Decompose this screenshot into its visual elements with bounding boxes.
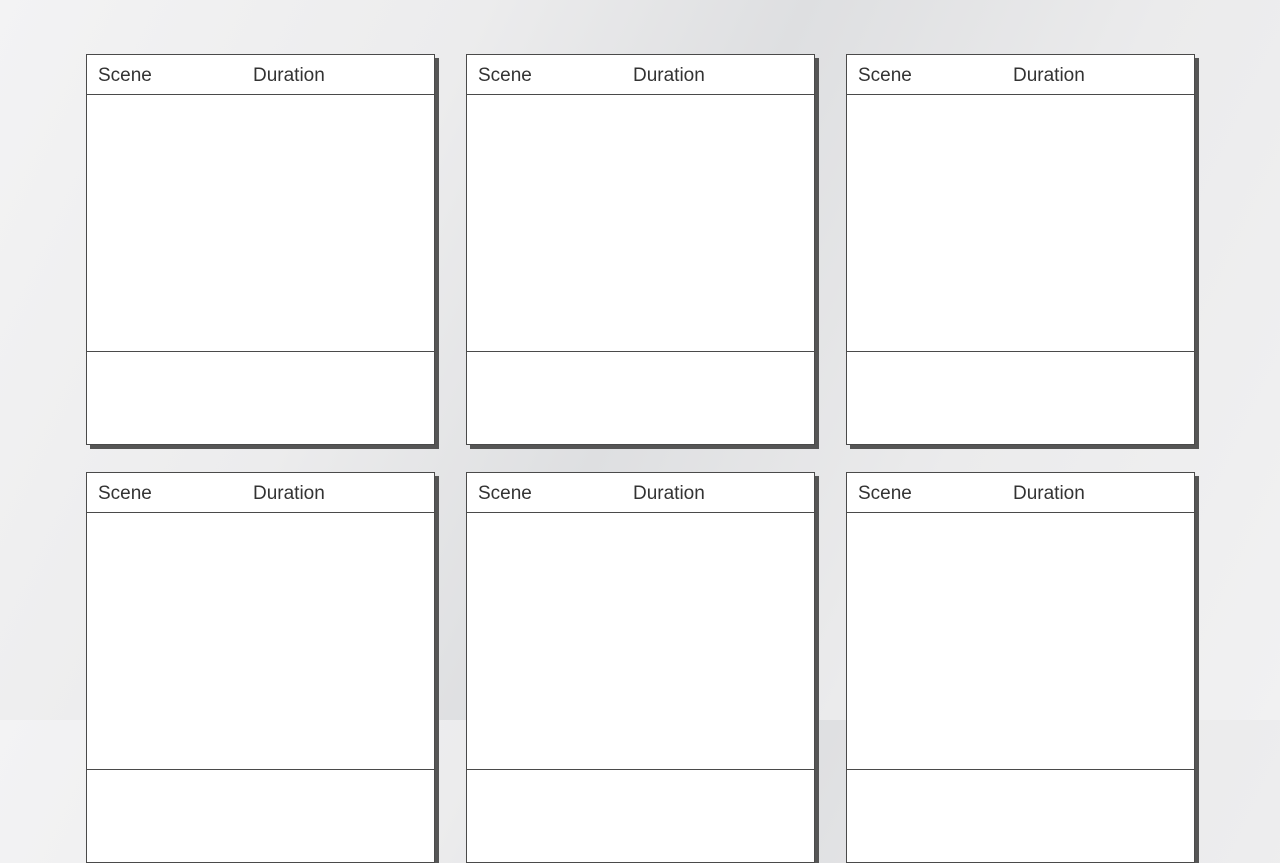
sketch-area <box>467 95 814 352</box>
duration-label: Duration <box>253 65 325 86</box>
sketch-area <box>847 95 1194 352</box>
sketch-area <box>467 513 814 770</box>
scene-label: Scene <box>858 483 912 504</box>
storyboard-panel-4: Scene Duration <box>86 472 435 863</box>
scene-label: Scene <box>858 65 912 86</box>
duration-label: Duration <box>1013 483 1085 504</box>
sketch-area <box>87 95 434 352</box>
storyboard-panel-1: Scene Duration <box>86 54 435 445</box>
duration-label: Duration <box>1013 65 1085 86</box>
scene-label: Scene <box>478 483 532 504</box>
notes-area <box>467 770 814 862</box>
scene-label: Scene <box>478 65 532 86</box>
notes-area <box>847 352 1194 444</box>
notes-area <box>847 770 1194 862</box>
storyboard-grid: Scene Duration Scene Duration Scene Dura… <box>0 0 1280 863</box>
duration-label: Duration <box>253 483 325 504</box>
duration-label: Duration <box>633 483 705 504</box>
storyboard-panel-2: Scene Duration <box>466 54 815 445</box>
panel-header: Scene Duration <box>467 473 814 513</box>
storyboard-panel-5: Scene Duration <box>466 472 815 863</box>
panel-header: Scene Duration <box>847 473 1194 513</box>
notes-area <box>87 770 434 862</box>
notes-area <box>467 352 814 444</box>
duration-label: Duration <box>633 65 705 86</box>
panel-header: Scene Duration <box>87 55 434 95</box>
panel-header: Scene Duration <box>847 55 1194 95</box>
scene-label: Scene <box>98 483 152 504</box>
scene-label: Scene <box>98 65 152 86</box>
notes-area <box>87 352 434 444</box>
sketch-area <box>847 513 1194 770</box>
storyboard-panel-3: Scene Duration <box>846 54 1195 445</box>
sketch-area <box>87 513 434 770</box>
panel-header: Scene Duration <box>467 55 814 95</box>
panel-header: Scene Duration <box>87 473 434 513</box>
storyboard-panel-6: Scene Duration <box>846 472 1195 863</box>
